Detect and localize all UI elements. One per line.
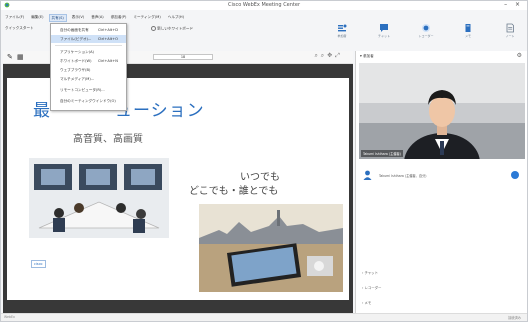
slide-subheading: 高音質、高画質	[73, 134, 143, 145]
menu-item-whiteboard[interactable]: ホワイトボード(W) Ctrl+Alt+N	[51, 57, 126, 65]
menu-item-web-browser[interactable]: ウェブブラウザ(B)	[51, 66, 126, 74]
participants-icon	[338, 24, 347, 32]
recorder-button[interactable]: レコーダー	[415, 23, 437, 38]
participants-panel-title: 参加者	[362, 54, 374, 58]
slide-headline-right: ューション	[115, 101, 205, 121]
chat-panel-label: チャット	[364, 271, 378, 275]
menu-item-label: 自分の画面を共有	[60, 28, 89, 32]
presenter-video	[359, 63, 525, 159]
menu-item-label: リモートコンピュータ(R)...	[60, 88, 105, 92]
recorder-label: レコーダー	[418, 34, 434, 38]
menu-view[interactable]: 表示(V)	[70, 14, 86, 22]
presentation-slide: 最 ューション 高音質、高画質 いつでも どこでも・誰とでも cisco	[7, 78, 349, 300]
menu-item-shortcut: Ctrl+Alt+N	[98, 59, 118, 63]
meeting-room-photo	[29, 158, 169, 238]
menu-item-share-application[interactable]: アプリケーション(A)	[51, 48, 126, 56]
zoom-field[interactable]: 18	[153, 54, 213, 60]
ribbon: 参加者 チャット レコーダー メモ ノート	[331, 23, 521, 38]
connection-status: 接続済み	[508, 316, 521, 320]
video-feed: Takumi Ishihara (主催者)	[359, 63, 525, 159]
notes-button[interactable]: メモ	[457, 23, 479, 38]
whiteboard-tab[interactable]: 新しいホワイトボード	[151, 26, 193, 36]
status-left: WebEx	[4, 315, 15, 319]
gear-icon[interactable]: ⚙	[517, 52, 522, 59]
laptop-city-photo	[199, 204, 343, 292]
menu-item-multimedia[interactable]: マルチメディア(M)...	[51, 75, 126, 83]
menu-item-label: ファイル(ビデオ)...	[60, 37, 92, 41]
note-button[interactable]: ノート	[499, 23, 521, 38]
notes-panel-link[interactable]: › メモ	[362, 300, 371, 305]
notes-panel-label: メモ	[364, 301, 372, 305]
menu-item-label: ウェブブラウザ(B)	[60, 68, 91, 72]
participants-button[interactable]: 参加者	[331, 23, 353, 38]
meeting-window: Cisco WebEx Meeting Center – × ファイル(F) 編…	[0, 0, 528, 322]
menu-participant[interactable]: 参加者(P)	[109, 14, 129, 22]
cisco-logo: cisco	[31, 260, 46, 268]
menu-file[interactable]: ファイル(F)	[3, 14, 26, 22]
menu-edit[interactable]: 編集(E)	[29, 14, 45, 22]
menu-item-meeting-window[interactable]: 自分のミーティングウインドウ(O)	[51, 97, 126, 105]
chat-button[interactable]: チャット	[373, 23, 395, 38]
menu-divider	[55, 45, 122, 46]
participant-name: Takumi Ishihara (主催者、自分)	[379, 174, 427, 178]
menu-item-label: マルチメディア(M)...	[60, 77, 95, 81]
participants-panel-header[interactable]: ▾ 参加者	[360, 54, 374, 59]
whiteboard-tab-label: 新しいホワイトボード	[157, 26, 194, 31]
note-icon	[506, 23, 514, 33]
pen-icon[interactable]: ✎	[7, 53, 13, 61]
participants-panel: ▾ 参加者 ⚙ Takumi Ishihara (主催者) Takumi Ish…	[355, 51, 527, 316]
recorder-panel-label: レコーダー	[364, 286, 382, 290]
zoom-tools-icon[interactable]: ⌕⌕✥⤢	[314, 52, 343, 60]
video-caption: Takumi Ishihara (主催者)	[361, 150, 403, 157]
notes-label: メモ	[464, 34, 471, 38]
recorder-panel-link[interactable]: › レコーダー	[362, 285, 381, 290]
chat-icon	[380, 24, 388, 32]
note-label: ノート	[505, 34, 515, 38]
participant-action-button[interactable]	[511, 171, 519, 179]
chat-label: チャット	[378, 34, 390, 38]
slide-tagline-2: どこでも・誰とでも	[189, 186, 279, 197]
window-controls[interactable]: – ×	[504, 1, 523, 8]
slide-tagline-1: いつでも	[240, 172, 280, 183]
participants-label: 参加者	[337, 34, 347, 38]
menu-item-share-file[interactable]: ファイル(ビデオ)... Ctrl+Alt+O	[51, 35, 126, 43]
menu-bar: ファイル(F) 編集(E) 共有(S) 表示(V) 音声(A) 参加者(P) ミ…	[3, 14, 186, 22]
menu-audio[interactable]: 音声(A)	[89, 14, 105, 22]
share-dropdown-menu: 自分の画面を共有 Ctrl+Alt+D ファイル(ビデオ)... Ctrl+Al…	[50, 23, 127, 111]
title-bar: Cisco WebEx Meeting Center – ×	[1, 1, 527, 10]
chat-panel-link[interactable]: › チャット	[362, 270, 378, 275]
menu-item-shortcut: Ctrl+Alt+O	[97, 37, 118, 41]
notes-icon	[465, 24, 471, 32]
menu-help[interactable]: ヘルプ(H)	[166, 14, 186, 22]
menu-item-share-screen[interactable]: 自分の画面を共有 Ctrl+Alt+D	[51, 26, 126, 34]
menu-item-shortcut: Ctrl+Alt+D	[97, 28, 118, 32]
menu-item-remote-computer[interactable]: リモートコンピュータ(R)...	[51, 86, 126, 94]
status-bar: WebEx 接続済み	[1, 313, 527, 321]
recorder-icon	[422, 24, 430, 32]
window-title: Cisco WebEx Meeting Center	[227, 2, 301, 8]
menu-item-label: 自分のミーティングウインドウ(O)	[60, 99, 116, 103]
quick-start-tab[interactable]: クイックスタート	[5, 26, 34, 36]
slide-headline-left: 最	[33, 101, 51, 121]
menu-share[interactable]: 共有(S)	[48, 14, 67, 22]
grid-icon[interactable]: ▦	[17, 53, 24, 61]
participant-row[interactable]: Takumi Ishihara (主催者、自分)	[359, 163, 525, 185]
add-icon	[151, 26, 156, 31]
menu-item-label: ホワイトボード(W)	[60, 59, 92, 63]
person-icon	[363, 170, 372, 180]
menu-meeting[interactable]: ミーティング(M)	[131, 14, 162, 22]
menu-item-label: アプリケーション(A)	[60, 50, 94, 54]
